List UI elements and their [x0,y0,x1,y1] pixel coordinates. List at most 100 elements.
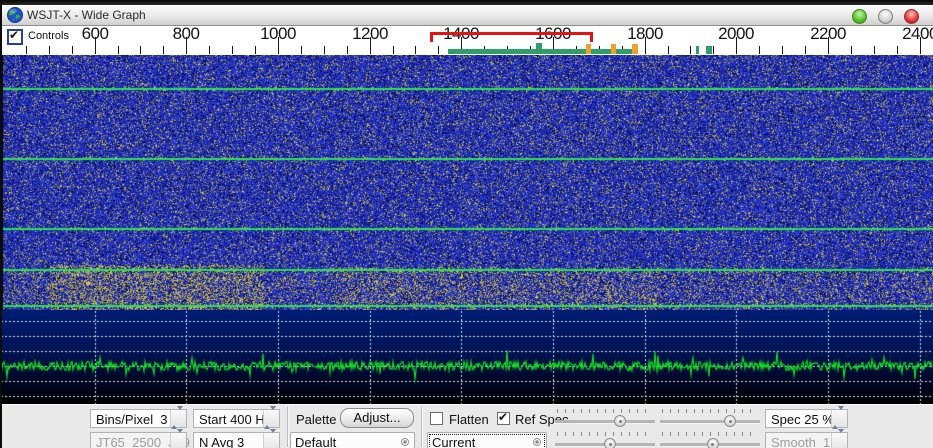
freq-label: 2400 [898,24,933,44]
freq-label: 1000 [256,24,300,44]
spin-arrows-icon [170,433,186,448]
minor-tick [438,46,439,54]
minor-tick [324,46,325,54]
ref-spec-checkbox[interactable]: ✔ [497,412,510,425]
titlebar[interactable]: WSJT-X - Wide Graph [0,5,933,26]
minor-tick [415,46,416,54]
tx-bracket-end-left [430,32,433,42]
controls-checkbox-label: Controls [28,30,69,42]
flatten-checkbox[interactable]: ✔ [430,412,443,425]
minor-tick [72,46,73,54]
smooth-value: Smooth 1 [771,435,830,448]
slider-groove [660,420,760,424]
slider-thumb[interactable] [724,415,736,427]
minor-tick [26,46,27,54]
slider-ticks [662,409,758,413]
spin-arrows-icon[interactable] [831,410,847,427]
palette-label: Palette [296,412,336,427]
minor-tick [232,46,233,54]
wide-graph-window: WSJT-X - Wide Graph ✔ Controls 600 800 100… [0,0,933,448]
check-mark-icon: ✔ [498,412,509,423]
slider-ticks [557,409,653,413]
minor-tick [851,46,852,54]
window-left-border [0,0,2,448]
rx-freq-marker [536,43,542,54]
orange-marker-2 [611,44,616,54]
minor-tick [140,46,141,54]
minor-tick [209,46,210,54]
globe-icon [7,7,23,28]
minor-tick [874,46,875,54]
minor-tick [690,46,691,54]
orange-marker-3 [632,44,638,54]
control-panel: Bins/Pixel 3 Start 400 Hz Palette Adjust… [0,404,933,448]
freq-label: 800 [164,24,208,44]
spin-arrows-icon[interactable] [263,433,279,448]
minor-tick [759,46,760,54]
waterfall-zero-slider[interactable] [660,409,760,428]
bins-per-pixel-value: Bins/Pixel 3 [96,412,168,427]
minor-tick [668,46,669,54]
teal-tick-2 [706,46,712,54]
spectrum-zero-slider[interactable] [660,432,760,448]
adjust-button[interactable]: Adjust... [340,408,414,428]
minor-tick [49,46,50,54]
spectrum-display [0,310,933,404]
spec-percent-value: Spec 25 % [771,412,834,427]
teal-tick-1 [696,46,699,54]
spectrum-gain-slider[interactable] [555,432,655,448]
minor-tick [301,46,302,54]
maximize-button[interactable] [878,9,893,24]
minor-tick [782,46,783,54]
slider-thumb[interactable] [614,415,626,427]
spin-arrows-icon[interactable] [263,410,279,427]
waterfall-display[interactable] [0,55,933,310]
spin-arrows-icon [831,433,847,448]
combo-indicator-icon [533,438,541,446]
minor-tick [347,46,348,54]
window-title: WSJT-X - Wide Graph [27,8,146,22]
slider-groove [555,420,655,424]
freq-label: 2200 [806,24,850,44]
spec-percent-spinbox[interactable]: Spec 25 % [765,409,848,428]
minor-tick [897,46,898,54]
tx-range-bracket [430,32,592,35]
freq-label: 2000 [714,24,758,44]
minor-tick [713,46,714,54]
separator [421,407,422,447]
minor-tick [393,46,394,54]
orange-marker-1 [586,44,591,54]
minor-tick [255,46,256,54]
check-mark-icon: ✔ [9,30,21,41]
waterfall-gain-slider[interactable] [555,409,655,428]
minor-tick [805,46,806,54]
minor-tick [118,46,119,54]
tx-bracket-end-right [590,32,593,42]
freq-label: 600 [73,24,117,44]
minimize-button[interactable] [852,9,867,24]
frequency-ruler[interactable]: ✔ Controls 60080010001200140016001800200… [0,25,933,55]
ref-spec-combobox[interactable]: Current [427,432,547,448]
slider-ticks [662,432,758,436]
freq-label: 1800 [623,24,667,44]
bins-per-pixel-spinbox[interactable]: Bins/Pixel 3 [90,409,187,428]
n-avg-spinbox[interactable]: N Avg 3 [193,432,280,448]
separator [287,407,288,447]
slider-thumb[interactable] [707,438,719,448]
n-avg-value: N Avg 3 [199,435,244,448]
jt-span-spinbox: JT65 2500 JT9 [90,432,187,448]
minor-tick [163,46,164,54]
palette-combobox[interactable]: Default [290,432,415,448]
start-freq-value: Start 400 Hz [199,412,271,427]
flatten-label: Flatten [449,412,489,427]
slider-ticks [557,432,653,436]
close-button[interactable] [904,9,919,24]
controls-checkbox[interactable]: ✔ [7,29,23,45]
slider-thumb[interactable] [604,438,616,448]
freq-label: 1200 [348,24,392,44]
smooth-spinbox: Smooth 1 [765,432,848,448]
palette-combobox-value: Default [295,435,336,448]
spin-arrows-icon[interactable] [170,410,186,427]
combo-indicator-icon [401,438,409,446]
start-freq-spinbox[interactable]: Start 400 Hz [193,409,280,428]
